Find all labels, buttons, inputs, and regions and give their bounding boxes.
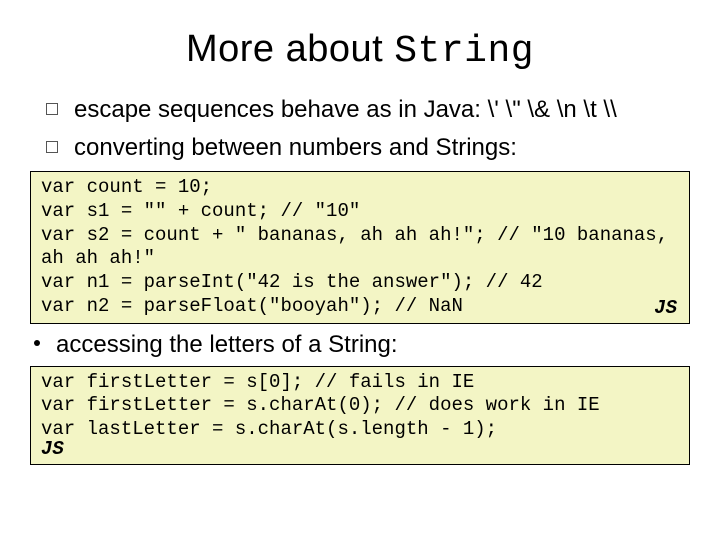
bullet-list-1: escape sequences behave as in Java: \' \… [30,95,690,163]
slide-title: More about String [30,28,690,73]
bullet-list-2: accessing the letters of a String: [30,330,690,360]
title-mono: String [394,30,534,73]
code-lang-label-2: JS [41,438,64,462]
code-block-conversion: var count = 10; var s1 = "" + count; // … [30,171,690,324]
code-text-2: var firstLetter = s[0]; // fails in IE v… [41,371,600,441]
bullet-escape-sequences: escape sequences behave as in Java: \' \… [70,95,690,125]
code-lang-label-1: JS [654,297,677,321]
bullet-converting: converting between numbers and Strings: [70,133,690,163]
slide: More about String escape sequences behav… [0,0,720,540]
code-text-1: var count = 10; var s1 = "" + count; // … [41,176,680,317]
code-block-accessing: var firstLetter = s[0]; // fails in IE v… [30,366,690,465]
bullet-accessing-letters: accessing the letters of a String: [52,330,690,360]
title-text: More about [186,28,394,70]
